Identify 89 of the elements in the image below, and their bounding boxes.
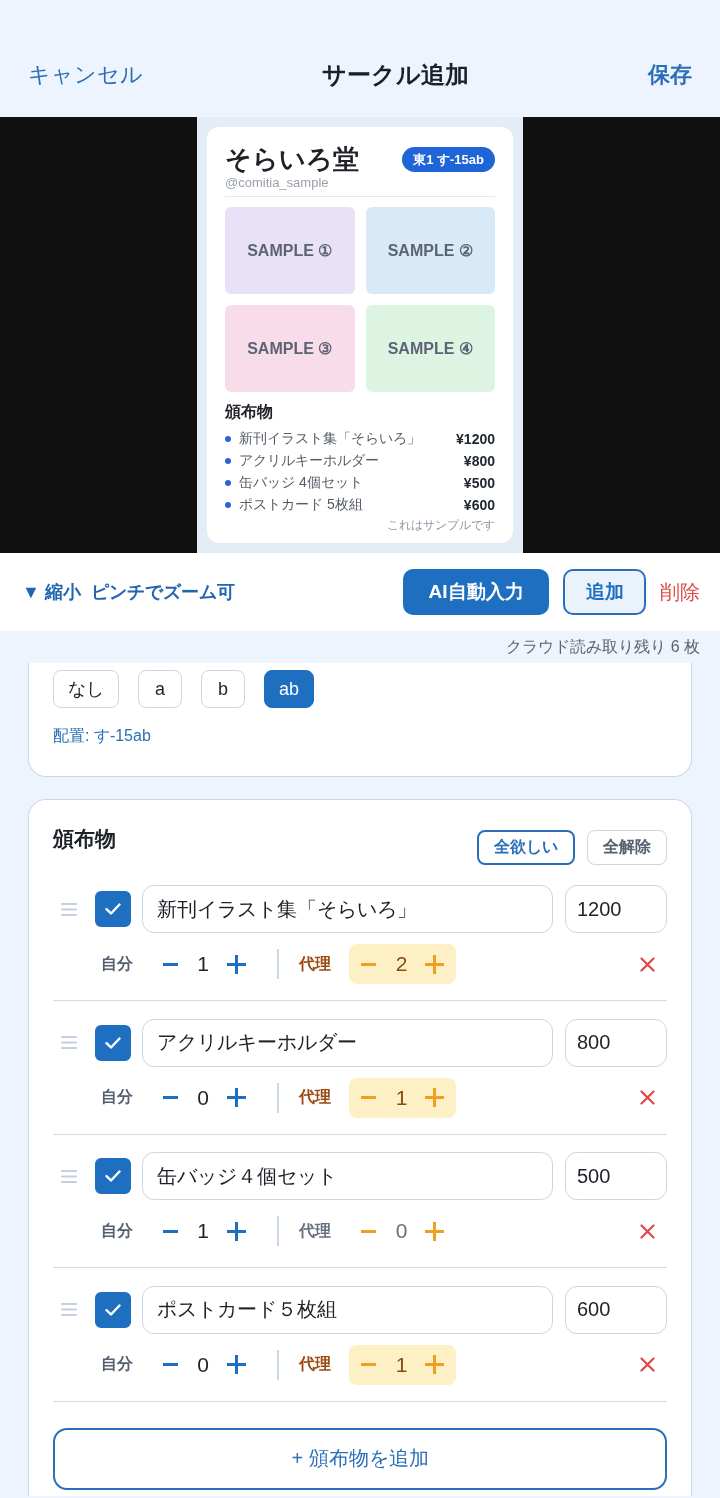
x-icon[interactable] [640, 1357, 655, 1372]
x-icon[interactable] [640, 956, 655, 972]
proxy-count: 1 [394, 1352, 409, 1377]
save-button[interactable]: 保存 [648, 52, 692, 98]
collapse-button[interactable]: ▼ 縮小 [22, 580, 81, 604]
circle-name: そらいろ堂 [225, 143, 359, 175]
drag-handle-icon[interactable] [61, 1169, 77, 1183]
add-button[interactable]: 追加 [563, 569, 646, 615]
sample-tile: SAMPLE ③ [225, 305, 355, 392]
checkbox[interactable] [95, 1158, 131, 1194]
self-label: 自分 [101, 1354, 134, 1374]
sample-note: これはサンプルです [387, 518, 495, 532]
cancel-button[interactable]: キャンセル [28, 52, 143, 98]
screen-title: サークル追加 [322, 60, 469, 90]
plus-icon[interactable] [226, 1355, 246, 1374]
bullet-dot-icon [225, 480, 231, 486]
item-name-field[interactable]: 缶バッジ４個セット [142, 1152, 553, 1200]
item-name-field[interactable]: ポストカード５枚組 [142, 1285, 553, 1334]
placement-text: 配置: す-15ab [53, 727, 151, 744]
drag-handle-icon[interactable] [61, 1303, 77, 1316]
item-price: ¥500 [463, 475, 495, 491]
proxy-label: 代理 [298, 1087, 332, 1107]
suffix-chip[interactable]: a [138, 670, 182, 708]
proxy-label: 代理 [298, 1354, 332, 1374]
price-field[interactable]: 1200 [565, 885, 667, 933]
sample-tile: SAMPLE ① [225, 207, 355, 294]
item-price: ¥1200 [456, 431, 495, 447]
self-count: 1 [196, 1219, 210, 1243]
checkmark-icon [105, 1170, 121, 1182]
sample-tile: SAMPLE ② [365, 207, 495, 294]
section-title: 頒布物 [53, 826, 116, 852]
bullet-dot-icon [225, 458, 231, 464]
checkmark-icon [105, 1303, 121, 1316]
minus-icon[interactable] [361, 1229, 376, 1233]
plus-icon[interactable] [226, 1221, 246, 1241]
item-name: アクリルキーホルダー [239, 452, 379, 470]
self-count: 0 [196, 1352, 210, 1377]
minus-icon[interactable] [162, 1229, 178, 1233]
plus-icon[interactable] [425, 1221, 444, 1241]
item-name: 缶バッジ 4個セット [239, 474, 363, 492]
minus-icon[interactable] [162, 962, 178, 966]
item-name-field[interactable]: 新刊イラスト集「そらいろ」 [142, 885, 553, 933]
price-field[interactable]: 800 [565, 1018, 667, 1067]
item-name-field[interactable]: アクリルキーホルダー [142, 1018, 553, 1067]
ai-autofill-button[interactable]: AI自動入力 [403, 569, 549, 615]
suffix-chip[interactable]: なし [53, 670, 119, 708]
item-name: ポストカード 5枚組 [239, 496, 363, 514]
self-label: 自分 [101, 1220, 134, 1241]
proxy-label: 代理 [298, 953, 332, 974]
delete-button[interactable]: 削除 [660, 569, 700, 615]
proxy-count: 1 [394, 1085, 409, 1110]
items-heading: 頒布物 [225, 402, 274, 422]
drag-handle-icon[interactable] [61, 902, 77, 916]
self-count: 1 [196, 952, 210, 976]
sample-tile: SAMPLE ④ [365, 305, 495, 392]
checkbox[interactable] [95, 1024, 131, 1061]
bullet-dot-icon [225, 502, 231, 508]
plus-icon[interactable] [226, 954, 246, 974]
clear-all-button[interactable]: 全解除 [587, 830, 667, 865]
self-label: 自分 [101, 1087, 134, 1107]
checkbox[interactable] [95, 891, 131, 927]
proxy-label: 代理 [298, 1220, 332, 1241]
suffix-chip[interactable]: ab [264, 670, 315, 708]
price-field[interactable]: 500 [565, 1152, 667, 1200]
checkmark-icon [105, 903, 121, 915]
self-count: 0 [196, 1085, 210, 1110]
proxy-count: 2 [394, 952, 409, 976]
x-icon[interactable] [640, 1223, 655, 1239]
self-label: 自分 [101, 953, 134, 974]
item-price: ¥600 [463, 497, 495, 513]
space-badge: 東1 す-15ab [402, 146, 495, 172]
checkmark-icon [105, 1036, 121, 1049]
account-handle: @comitia_sample [225, 175, 330, 191]
item-name: 新刊イラスト集「そらいろ」 [239, 430, 421, 448]
plus-icon[interactable] [226, 1088, 246, 1107]
zoom-hint: ピンチでズーム可 [90, 581, 235, 604]
minus-icon[interactable] [162, 1096, 178, 1099]
item-price: ¥800 [463, 453, 495, 469]
suffix-chip[interactable]: b [201, 670, 245, 708]
bullet-dot-icon [225, 436, 231, 442]
cloud-quota-text: クラウド読み取り残り 6 枚 [506, 636, 700, 657]
add-item-button[interactable]: + 頒布物を追加 [53, 1427, 667, 1490]
checkbox[interactable] [95, 1291, 131, 1328]
price-field[interactable]: 600 [565, 1285, 667, 1334]
x-icon[interactable] [640, 1090, 655, 1105]
minus-icon[interactable] [162, 1363, 178, 1366]
proxy-count: 0 [394, 1219, 409, 1243]
drag-handle-icon[interactable] [61, 1036, 77, 1049]
want-all-button[interactable]: 全欲しい [477, 830, 575, 865]
